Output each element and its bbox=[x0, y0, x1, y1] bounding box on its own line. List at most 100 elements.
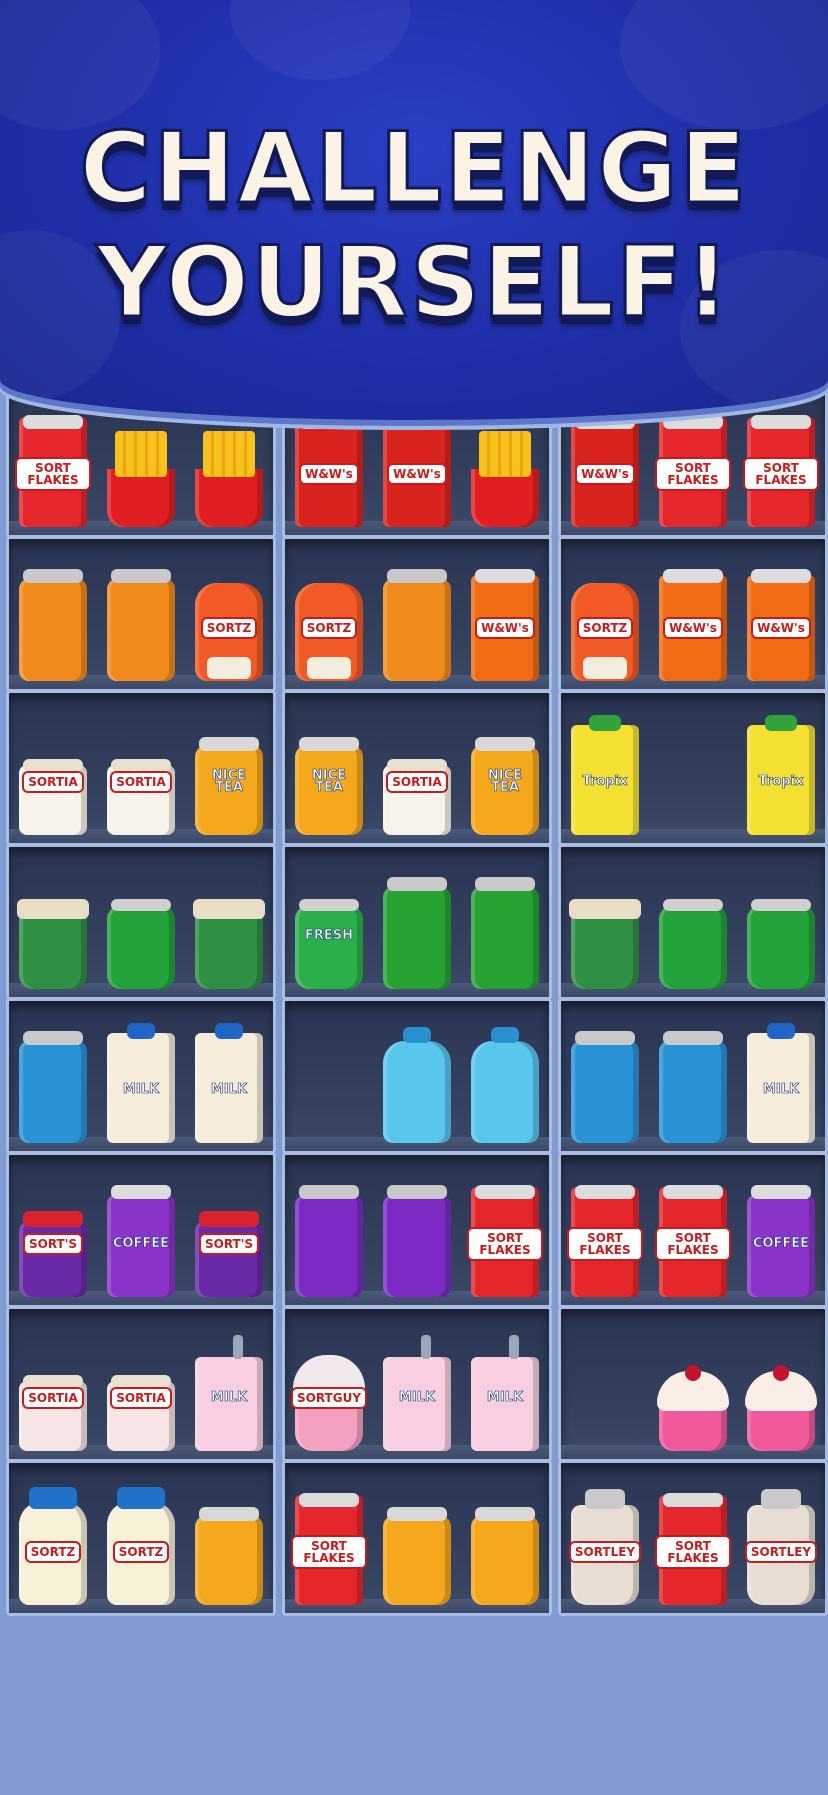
product-chips-blue[interactable] bbox=[13, 1023, 93, 1143]
product-body bbox=[383, 1195, 451, 1297]
product-soda[interactable] bbox=[653, 869, 733, 989]
shelf-slot[interactable]: Tropix Tropix bbox=[558, 690, 828, 846]
product-yogurt[interactable]: SORTIA bbox=[101, 715, 181, 835]
product-label: Tropix bbox=[582, 774, 628, 789]
product-candy[interactable]: W&W's bbox=[289, 407, 369, 527]
product-soda[interactable] bbox=[741, 869, 821, 989]
product-jar[interactable] bbox=[377, 1485, 457, 1605]
product-chips-purple[interactable] bbox=[289, 1177, 369, 1297]
product-cereal[interactable]: SORT FLAKES bbox=[653, 1485, 733, 1605]
shelf-slot[interactable]: SORT FLAKES SORT FLAKES COFFEE bbox=[558, 1152, 828, 1308]
shelf-slot[interactable]: SORTZ SORTZ bbox=[6, 1460, 276, 1616]
product-milk[interactable]: MILK bbox=[741, 1023, 821, 1143]
product-cereal[interactable]: SORT FLAKES bbox=[289, 1485, 369, 1605]
product-yogurt[interactable]: SORTIA bbox=[13, 715, 93, 835]
product-cereal[interactable]: SORT FLAKES bbox=[741, 407, 821, 527]
product-yogurt[interactable]: SORTIA bbox=[377, 715, 457, 835]
product-chips-purple[interactable] bbox=[377, 1177, 457, 1297]
product-milk[interactable]: MILK bbox=[189, 1023, 269, 1143]
shelf-slot[interactable]: SORTZ W&W's bbox=[282, 536, 552, 692]
product-fries[interactable] bbox=[189, 407, 269, 527]
product-sauce[interactable]: SORTZ bbox=[189, 561, 269, 681]
product-cupcake[interactable] bbox=[741, 1331, 821, 1451]
product-label: W&W's bbox=[299, 463, 359, 485]
product-jar[interactable]: NICE TEA bbox=[465, 715, 545, 835]
product-milk-pink[interactable]: MILK bbox=[189, 1331, 269, 1451]
product-tumbler[interactable]: SORTLEY bbox=[741, 1485, 821, 1605]
product-candy[interactable]: W&W's bbox=[377, 407, 457, 527]
product-chips-orange[interactable] bbox=[101, 561, 181, 681]
product-sauce[interactable]: SORTZ bbox=[289, 561, 369, 681]
product-candy[interactable]: W&W's bbox=[565, 407, 645, 527]
product-milk-pink[interactable]: MILK bbox=[465, 1331, 545, 1451]
product-lid bbox=[421, 1335, 431, 1359]
product-chips-blue[interactable] bbox=[653, 1023, 733, 1143]
product-chips-green[interactable] bbox=[465, 869, 545, 989]
product-juice[interactable]: Tropix bbox=[741, 715, 821, 835]
product-fries[interactable] bbox=[101, 407, 181, 527]
product-milk[interactable]: MILK bbox=[101, 1023, 181, 1143]
shelf-slot[interactable] bbox=[558, 1306, 828, 1462]
product-candy-orange[interactable]: W&W's bbox=[741, 561, 821, 681]
product-fries[interactable] bbox=[465, 407, 545, 527]
product-lid bbox=[387, 759, 447, 771]
product-chips-blue[interactable] bbox=[565, 1023, 645, 1143]
game-screen: CHALLENGE YOURSELF! SORT FLAKES W&W's W&W'… bbox=[0, 0, 828, 1795]
product-chips-orange[interactable] bbox=[13, 561, 93, 681]
shelf-slot[interactable]: MILK MILK bbox=[6, 998, 276, 1154]
product-candy-orange[interactable]: W&W's bbox=[465, 561, 545, 681]
product-jam[interactable]: SORT'S bbox=[13, 1177, 93, 1297]
product-sauce[interactable]: SORTZ bbox=[565, 561, 645, 681]
product-lid bbox=[387, 1507, 447, 1521]
product-candy-orange[interactable]: W&W's bbox=[653, 561, 733, 681]
product-cereal[interactable]: SORT FLAKES bbox=[653, 407, 733, 527]
product-coffee-bag[interactable]: COFFEE bbox=[741, 1177, 821, 1297]
shelf-slot[interactable]: SORTGUY MILK MILK bbox=[282, 1306, 552, 1462]
product-mayo[interactable]: SORTZ bbox=[101, 1485, 181, 1605]
shelf-slot[interactable]: SORTZ bbox=[6, 536, 276, 692]
product-chips-green[interactable] bbox=[377, 869, 457, 989]
product-water[interactable] bbox=[377, 1023, 457, 1143]
product-coffee[interactable] bbox=[189, 869, 269, 989]
shelf-slot[interactable] bbox=[282, 998, 552, 1154]
product-mayo[interactable]: SORTZ bbox=[13, 1485, 93, 1605]
product-shake[interactable]: SORTGUY bbox=[289, 1331, 369, 1451]
shelf-slot[interactable] bbox=[558, 844, 828, 1000]
product-coffee[interactable] bbox=[13, 869, 93, 989]
product-label: SORTZ bbox=[300, 617, 358, 639]
product-jar[interactable]: NICE TEA bbox=[289, 715, 369, 835]
product-tumbler[interactable]: SORTLEY bbox=[565, 1485, 645, 1605]
product-cereal[interactable]: SORT FLAKES bbox=[653, 1177, 733, 1297]
product-coffee-bag[interactable]: COFFEE bbox=[101, 1177, 181, 1297]
shelf-slot[interactable]: SORTIA SORTIA NICE TEA bbox=[6, 690, 276, 846]
product-cereal[interactable]: SORT FLAKES bbox=[465, 1177, 545, 1297]
shelf-slot[interactable] bbox=[6, 844, 276, 1000]
shelf-slot[interactable]: MILK bbox=[558, 998, 828, 1154]
shelf-slot[interactable]: SORTZ W&W's W&W's bbox=[558, 536, 828, 692]
product-soda[interactable] bbox=[101, 869, 181, 989]
product-jar[interactable]: NICE TEA bbox=[189, 715, 269, 835]
shelf-slot[interactable]: SORTLEY SORT FLAKES SORTLEY bbox=[558, 1460, 828, 1616]
product-water[interactable] bbox=[465, 1023, 545, 1143]
product-yogurt-pink[interactable]: SORTIA bbox=[101, 1331, 181, 1451]
product-chips-orange[interactable] bbox=[377, 561, 457, 681]
shelf-slot[interactable]: SORT FLAKES bbox=[282, 1152, 552, 1308]
product-juice[interactable]: Tropix bbox=[565, 715, 645, 835]
product-jar[interactable] bbox=[465, 1485, 545, 1605]
product-cereal[interactable]: SORT FLAKES bbox=[565, 1177, 645, 1297]
shelf-slot[interactable]: FRESH bbox=[282, 844, 552, 1000]
shelf-slot[interactable]: SORT FLAKES bbox=[282, 1460, 552, 1616]
product-milk-pink[interactable]: MILK bbox=[377, 1331, 457, 1451]
product-jar[interactable] bbox=[189, 1485, 269, 1605]
product-cereal[interactable]: SORT FLAKES bbox=[13, 407, 93, 527]
product-cupcake[interactable] bbox=[653, 1331, 733, 1451]
shelf-slot[interactable]: SORTIA SORTIA MILK bbox=[6, 1306, 276, 1462]
product-lid bbox=[387, 1185, 447, 1199]
product-soda-blue[interactable]: FRESH bbox=[289, 869, 369, 989]
shelf-slot[interactable]: NICE TEA SORTIA NICE TEA bbox=[282, 690, 552, 846]
product-jam[interactable]: SORT'S bbox=[189, 1177, 269, 1297]
product-coffee[interactable] bbox=[565, 869, 645, 989]
shelf-slot[interactable]: SORT'S COFFEE SORT'S bbox=[6, 1152, 276, 1308]
product-yogurt-pink[interactable]: SORTIA bbox=[13, 1331, 93, 1451]
product-lid bbox=[23, 1031, 83, 1045]
